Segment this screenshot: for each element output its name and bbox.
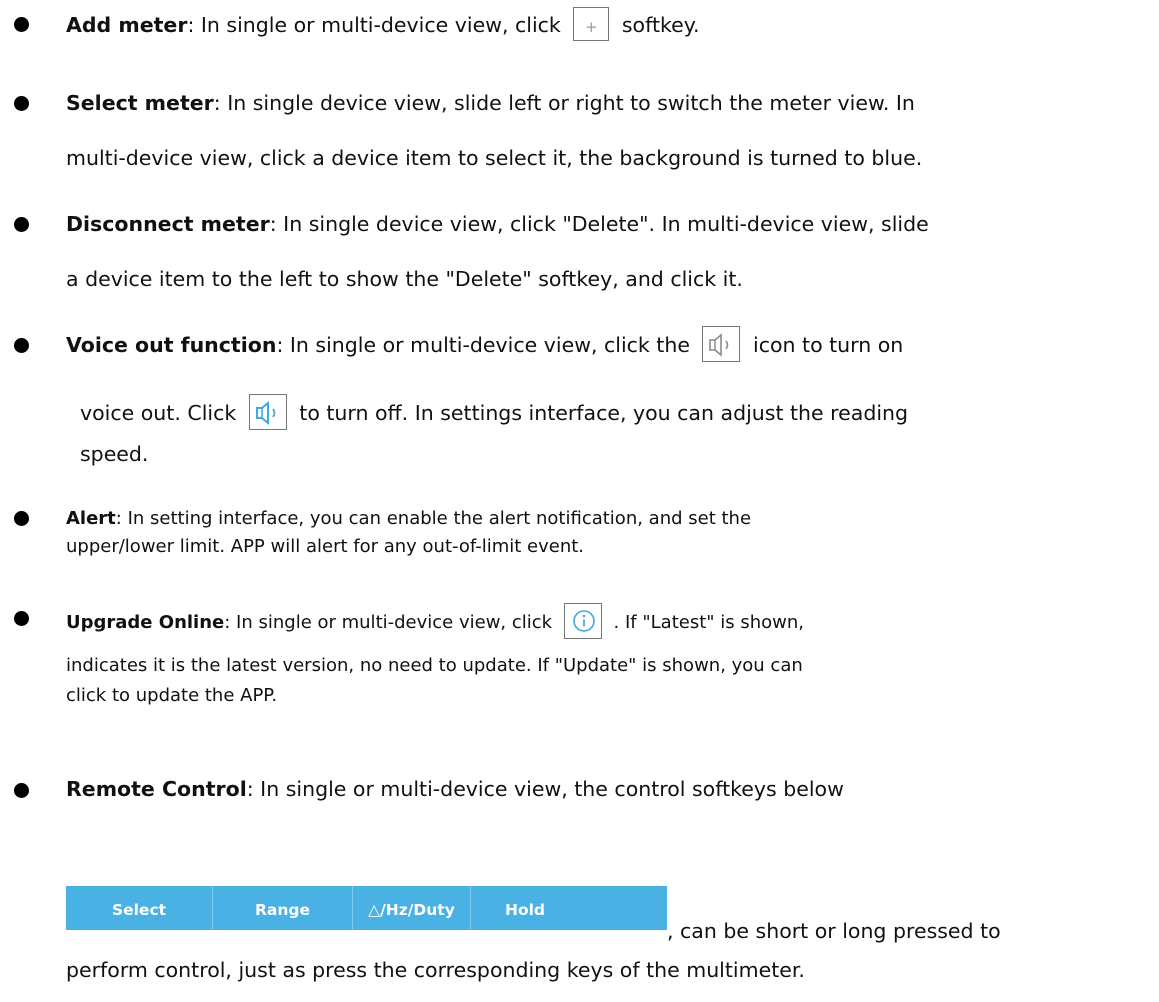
item-line: multi-device view, click a device item t… [66, 143, 922, 173]
item-text: speed. [80, 442, 149, 466]
plus-icon: + [585, 18, 598, 36]
bullet-dot [14, 611, 29, 626]
item-text: . If "Latest" is shown, [613, 612, 805, 633]
bullet-dot [14, 783, 29, 798]
softkey-range: Range [213, 886, 353, 930]
speaker-on-icon [248, 394, 287, 430]
item-text: upper/lower limit. APP will alert for an… [66, 536, 585, 557]
item-line: speed. [80, 439, 148, 469]
item-text: indicates it is the latest version, no n… [66, 655, 803, 676]
speaker-blue-icon [255, 401, 276, 425]
item-text: icon to turn on [753, 333, 904, 357]
item-line: Voice out function: In single or multi-d… [66, 326, 904, 364]
remote-control-softkey-bar: Select Range △/Hz/Duty Hold [66, 886, 667, 930]
item-term: Disconnect meter [66, 212, 270, 236]
bullet-dot [14, 511, 29, 526]
item-line: Select meter: In single device view, sli… [66, 88, 915, 118]
item-line: Alert: In setting interface, you can ena… [66, 506, 751, 532]
item-text: : In single or multi-device view, click … [276, 333, 690, 357]
item-text: : In single or multi-device view, the co… [246, 777, 844, 801]
item-term: Add meter [66, 13, 188, 37]
item-line: perform control, just as press the corre… [66, 955, 805, 985]
item-text: to turn off. In settings interface, you … [299, 401, 909, 425]
item-text: : In single device view, slide left or r… [213, 91, 915, 115]
item-text: , can be short or long pressed to [667, 919, 1001, 943]
item-term: Remote Control [66, 777, 247, 801]
info-icon [573, 610, 595, 632]
item-text: : In single device view, click "Delete".… [269, 212, 929, 236]
item-text: a device item to the left to show the "D… [66, 267, 743, 291]
item-text: : In setting interface, you can enable t… [115, 508, 752, 529]
item-term: Alert [66, 508, 116, 529]
item-term: Select meter [66, 91, 214, 115]
item-text: softkey. [621, 13, 700, 37]
item-line: Upgrade Online: In single or multi-devic… [66, 603, 805, 641]
item-line: Remote Control: In single or multi-devic… [66, 774, 844, 804]
item-text: voice out. Click [80, 401, 237, 425]
item-term: Upgrade Online [66, 612, 225, 633]
item-text: multi-device view, click a device item t… [66, 146, 923, 170]
speaker-off-icon [702, 326, 741, 362]
item-line: Disconnect meter: In single device view,… [66, 209, 929, 239]
info-softkey-icon [563, 603, 602, 639]
softkey-delta-hz-duty: △/Hz/Duty [353, 886, 471, 930]
add-softkey-icon: + [573, 7, 610, 41]
item-line: , can be short or long pressed to [667, 916, 1001, 946]
item-text: perform control, just as press the corre… [66, 958, 805, 982]
item-line: Add meter: In single or multi-device vie… [66, 7, 700, 43]
item-text: : In single or multi-device view, click [224, 612, 553, 633]
softkey-hold: Hold [505, 901, 546, 919]
bullet-dot [14, 338, 29, 353]
item-text: : In single or multi-device view, click [187, 13, 561, 37]
item-line: upper/lower limit. APP will alert for an… [66, 534, 584, 560]
item-text: click to update the APP. [66, 685, 278, 706]
item-line: voice out. Click to turn off. In setting… [80, 394, 909, 432]
item-line: a device item to the left to show the "D… [66, 264, 743, 294]
speaker-gray-icon [709, 333, 729, 357]
item-line: click to update the APP. [66, 683, 277, 709]
bullet-dot [14, 17, 29, 32]
item-term: Voice out function [66, 333, 277, 357]
softkey-select: Select [66, 886, 213, 930]
bullet-dot [14, 96, 29, 111]
item-line: indicates it is the latest version, no n… [66, 653, 803, 679]
bullet-dot [14, 217, 29, 232]
